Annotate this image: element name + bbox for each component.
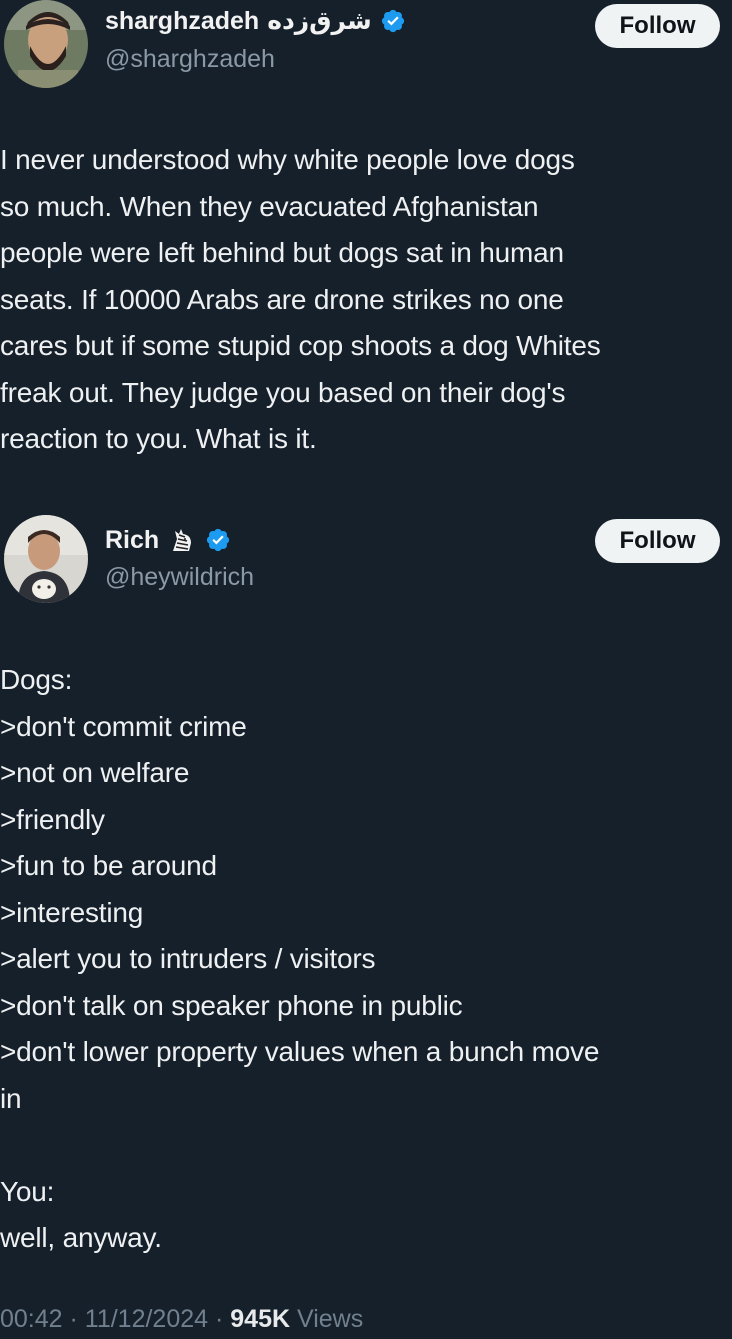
author-handle[interactable]: @heywildrich [105,563,254,592]
follow-button[interactable]: Follow [595,519,720,563]
author-display-name[interactable]: Rich [105,526,159,555]
avatar[interactable] [4,0,88,88]
avatar-image [4,0,88,88]
verified-badge-icon [380,8,406,34]
zebra-icon [167,525,197,555]
author-display-name[interactable]: sharghzadeh [105,7,259,36]
tweet-header: Rich @heywildrich Follow [0,515,732,615]
author-name-row: sharghzadeh شرق‌زده [105,6,406,36]
tweet-time[interactable]: 00:42 [0,1305,63,1333]
verified-badge-icon [205,527,231,553]
views-count: 945K [230,1305,291,1333]
follow-button[interactable]: Follow [595,4,720,48]
original-tweet: sharghzadeh شرق‌زده @sharghzadeh Follow … [0,0,732,454]
meta-separator: · [62,1305,85,1333]
tweet-text: I never understood why white people love… [0,144,601,454]
author-name-row: Rich [105,525,231,555]
tweet-meta: 00:42 · 11/12/2024 · 945K Views [0,1305,363,1334]
reply-tweet: Rich @heywildrich Follow Dogs: >don't co… [0,515,732,1253]
tweet-header: sharghzadeh شرق‌زده @sharghzadeh Follow [0,0,732,100]
tweet-text: Dogs: >don't commit crime >not on welfar… [0,664,600,1253]
tweet-date[interactable]: 11/12/2024 [85,1305,208,1333]
author-display-name-alt[interactable]: شرق‌زده [267,6,371,36]
meta-separator: · [208,1305,231,1333]
avatar-image [4,515,88,603]
avatar[interactable] [4,515,88,603]
views-label: Views [290,1305,364,1333]
author-handle[interactable]: @sharghzadeh [105,45,275,74]
